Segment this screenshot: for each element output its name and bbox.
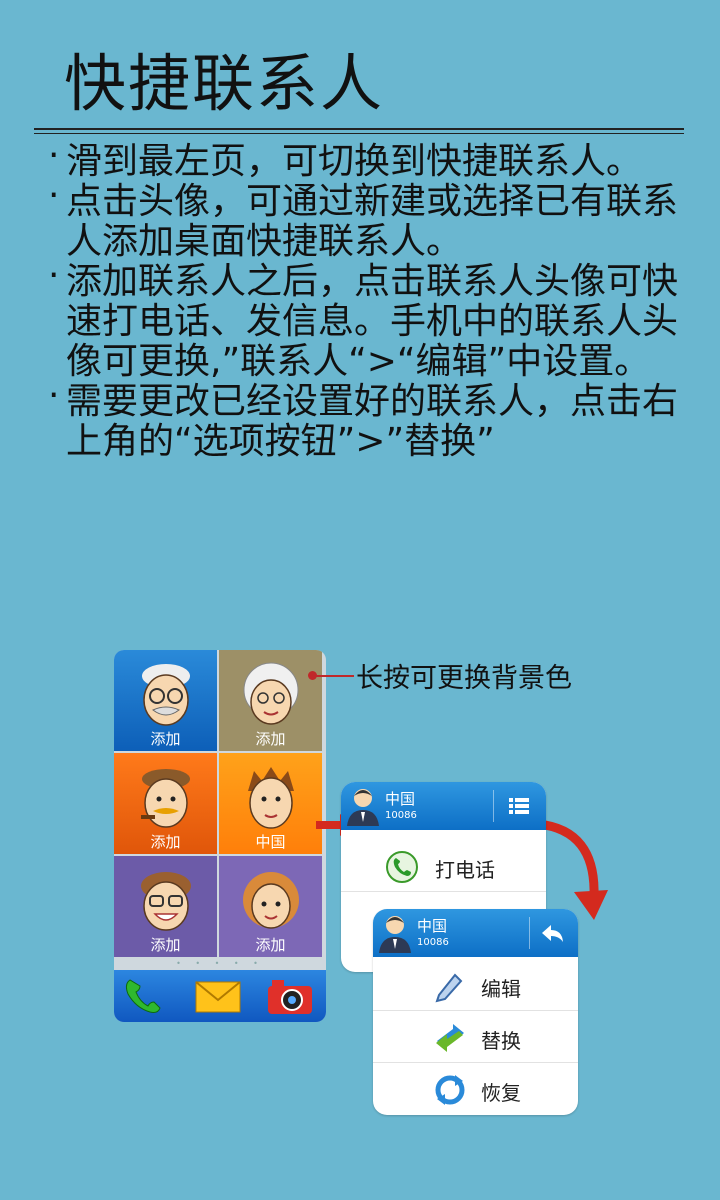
dock-bar <box>114 970 326 1022</box>
phone-screenshot: 添加 添加 添加 中国 添加 添加 • • • • • <box>114 650 326 1022</box>
callout-text: 长按可更换背景色 <box>356 663 572 694</box>
contact-tile[interactable]: 添加 <box>219 856 322 957</box>
replace-arrows-icon <box>436 1024 464 1052</box>
callout-pointer-line <box>312 675 354 677</box>
contact-tile[interactable]: 添加 <box>114 650 217 751</box>
tip-item: · 添加联系人之后，点击联系人头像可快速打电话、发信息。手机中的联系人头像可更换,… <box>48 255 679 382</box>
contact-number: 10086 <box>417 937 449 948</box>
contact-tile[interactable]: 中国 <box>219 753 322 854</box>
grandma-avatar-icon <box>243 662 298 725</box>
title-divider <box>34 128 684 130</box>
tips-list: · 滑到最左页，可切换到快捷联系人。 · 点击头像，可通过新建或选择已有联系人添加桌… <box>40 135 710 462</box>
phone-icon[interactable] <box>120 976 168 1016</box>
contact-options-popup: 中国 10086 编辑 替换 恢复 <box>373 909 578 1115</box>
contact-avatar-icon <box>379 916 411 953</box>
contact-avatar-icon <box>347 789 379 826</box>
restore-icon <box>435 1075 465 1105</box>
contact-tile[interactable]: 添加 <box>114 856 217 957</box>
contact-tile[interactable]: 添加 <box>114 753 217 854</box>
call-icon <box>386 851 418 883</box>
edit-action-row[interactable]: 编辑 <box>373 959 578 1011</box>
header-divider <box>493 790 494 822</box>
contact-name: 中国 <box>385 790 416 808</box>
page-indicator: • • • • • <box>176 959 264 968</box>
mail-icon[interactable] <box>194 976 242 1016</box>
restore-action-row[interactable]: 恢复 <box>373 1063 578 1115</box>
popup-header: 中国 10086 <box>341 782 546 830</box>
tip-item: · 点击头像，可通过新建或选择已有联系人添加桌面快捷联系人。 <box>48 175 679 262</box>
pipe-man-avatar-icon <box>140 769 190 828</box>
contact-tile[interactable]: 添加 <box>219 650 322 751</box>
camera-icon[interactable] <box>266 976 314 1016</box>
tip-item: · 需要更改已经设置好的联系人，点击右上角的“选项按钮”>”替换” <box>48 375 679 462</box>
edit-pen-icon <box>435 973 463 1003</box>
popup-header: 中国 10086 <box>373 909 578 957</box>
back-arrow-icon[interactable] <box>539 919 567 947</box>
title-divider-thin <box>34 133 684 134</box>
young-man-avatar-icon <box>247 767 294 829</box>
grandpa-avatar-icon <box>141 664 190 726</box>
page-title: 快捷联系人 <box>64 47 385 120</box>
contact-name: 中国 <box>417 917 448 935</box>
contact-number: 10086 <box>385 810 417 821</box>
glasses-man-avatar-icon <box>140 872 191 931</box>
call-action-row[interactable]: 打电话 <box>341 840 546 892</box>
tip-item: · 滑到最左页，可切换到快捷联系人。 <box>48 135 643 182</box>
list-menu-icon[interactable] <box>505 792 533 820</box>
header-divider <box>529 917 530 949</box>
replace-action-row[interactable]: 替换 <box>373 1011 578 1063</box>
girl-avatar-icon <box>242 872 299 929</box>
